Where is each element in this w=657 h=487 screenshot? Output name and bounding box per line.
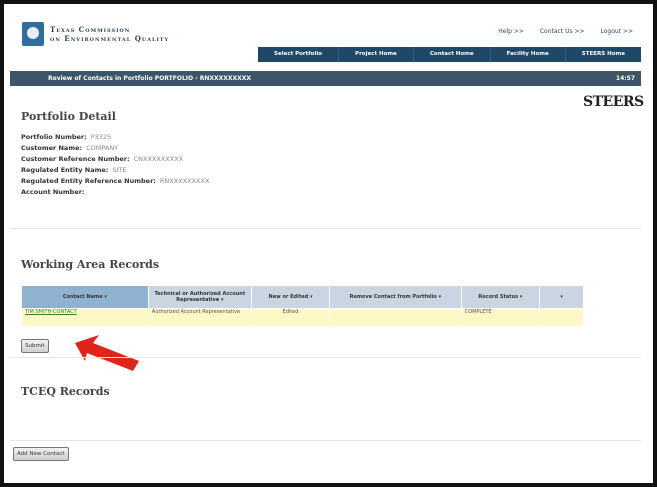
col-representative[interactable]: Technical or Authorized Account Represen… (147, 285, 252, 309)
detail-value: CNXXXXXXXXX (133, 155, 184, 163)
table-cell: Authorized Account Representative (147, 308, 252, 327)
detail-value: RNXXXXXXXXX (159, 177, 210, 185)
page-title: Review of Contacts in Portfolio PORTFOLI… (48, 75, 252, 82)
table-cell: COMPLETE (460, 308, 541, 327)
top-links: Help >> Contact Us >> Logout >> (484, 28, 633, 35)
table-row: TIM SMITH-CONTACT Authorized Account Rep… (21, 308, 584, 327)
detail-label: Regulated Entity Reference Number: (21, 177, 156, 185)
detail-row: Account Number: (21, 187, 209, 198)
col-extra[interactable]: ▾ (539, 285, 584, 309)
tceq-seal-icon (22, 22, 44, 46)
detail-value: SITE (112, 166, 127, 174)
detail-row: Portfolio Number: P3325 (21, 132, 209, 143)
detail-value: COMPANY (86, 144, 119, 152)
working-area-heading: Working Area Records (21, 258, 160, 271)
session-time: 14:57 (615, 75, 635, 82)
detail-label: Account Number: (21, 188, 85, 196)
page-title-bar: Review of Contacts in Portfolio PORTFOLI… (10, 71, 641, 86)
contact-name-link[interactable]: TIM SMITH-CONTACT (21, 308, 149, 327)
nav-project-home[interactable]: Project Home (338, 47, 413, 62)
col-new-or-edited[interactable]: New or Edited ▾ (250, 285, 331, 309)
nav-select-portfolio[interactable]: Select Portfolio (258, 47, 338, 62)
detail-value: P3325 (90, 133, 112, 141)
detail-row: Customer Reference Number: CNXXXXXXXXX (21, 154, 209, 165)
submit-button[interactable]: Submit (21, 339, 49, 353)
detail-row: Regulated Entity Reference Number: RNXXXX… (21, 176, 209, 187)
steers-logo: STEERS (583, 94, 644, 110)
table-cell (539, 308, 584, 327)
add-new-contact-button[interactable]: Add New Contact (13, 447, 69, 461)
agency-name-line2: on Environmental Quality (50, 34, 170, 43)
column-label: Contact Name (62, 294, 103, 300)
detail-row: Regulated Entity Name: SITE (21, 165, 209, 176)
nav-steers-home[interactable]: STEERS Home (564, 47, 641, 62)
portfolio-detail: Portfolio Number: P3325 Customer Name: COM… (21, 132, 209, 198)
nav-facility-home[interactable]: Facility Home (489, 47, 565, 62)
logout-link[interactable]: Logout >> (600, 28, 633, 35)
table-cell (329, 308, 462, 327)
red-arrow-icon (75, 335, 139, 371)
section-divider (10, 440, 641, 441)
detail-label: Customer Reference Number: (21, 155, 130, 163)
detail-label: Customer Name: (21, 144, 83, 152)
detail-label: Regulated Entity Name: (21, 166, 109, 174)
tceq-records-heading: TCEQ Records (21, 385, 110, 398)
nav-contact-home[interactable]: Contact Home (412, 47, 490, 62)
table-cell: Edited (250, 308, 331, 327)
col-contact-name[interactable]: Contact Name ▾ (21, 285, 149, 309)
main-nav: Select Portfolio Project Home Contact Ho… (258, 47, 641, 62)
agency-name-line1: Texas Commission (50, 25, 131, 34)
help-link[interactable]: Help >> (498, 28, 524, 35)
section-divider (10, 357, 641, 358)
working-area-table: Contact Name ▾ Technical or Authorized A… (21, 285, 584, 327)
detail-label: Portfolio Number: (21, 133, 87, 141)
column-label: New or Edited (268, 294, 309, 300)
section-divider (10, 228, 641, 229)
column-label: Record Status (478, 294, 519, 300)
column-label: Technical or Authorized Account Represen… (154, 291, 246, 303)
col-record-status[interactable]: Record Status ▾ (460, 285, 541, 309)
col-remove-contact[interactable]: Remove Contact from Portfolio ▾ (329, 285, 462, 309)
contact-us-link[interactable]: Contact Us >> (540, 28, 585, 35)
column-label: Remove Contact from Portfolio (349, 294, 437, 300)
detail-row: Customer Name: COMPANY (21, 143, 209, 154)
portfolio-detail-heading: Portfolio Detail (21, 110, 116, 123)
tceq-logo[interactable]: Texas Commission on Environmental Qualit… (22, 22, 172, 48)
